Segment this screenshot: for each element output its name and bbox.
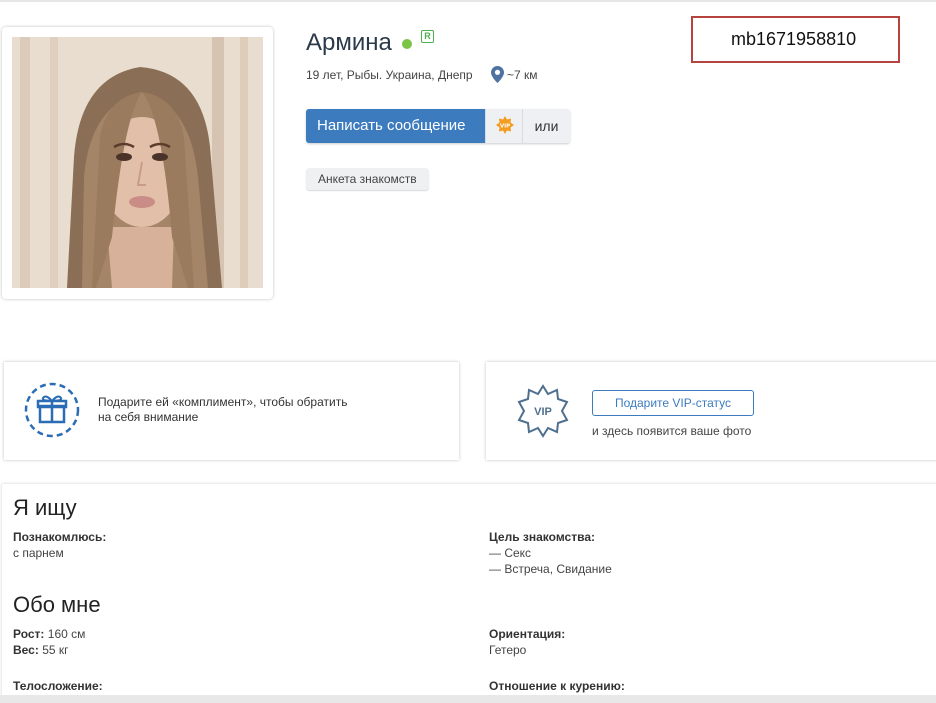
goal-value-2: — Встреча, Свидание xyxy=(489,562,612,576)
about-title: Обо мне xyxy=(13,592,101,617)
gift-text-line-1: Подарите ей «комплимент», чтобы обратить xyxy=(98,395,348,409)
gift-compliment-card[interactable]: Подарите ей «комплимент», чтобы обратить… xyxy=(4,362,459,460)
vip-caption: и здесь появится ваше фото xyxy=(592,424,752,438)
vip-badge-icon: VIP xyxy=(516,384,570,443)
body-type-label: Телосложение: xyxy=(13,679,103,693)
vip-burst-icon: VIP xyxy=(496,116,514,139)
profile-photo[interactable] xyxy=(12,37,263,288)
goal-value-1: — Секс xyxy=(489,546,532,560)
weight-row: Вес: 55 кг xyxy=(13,642,69,658)
seeking-title: Я ищу xyxy=(13,495,77,520)
meet-value: с парнем xyxy=(13,546,64,560)
top-divider xyxy=(0,0,936,2)
profile-details-panel: Я ищу Познакомлюсь: с парнем Цель знаком… xyxy=(2,484,936,703)
gift-vip-status-button[interactable]: Подарите VIP-статус xyxy=(592,390,754,416)
svg-text:VIP: VIP xyxy=(500,124,510,130)
vip-status-card: VIP Подарите VIP-статус и здесь появится… xyxy=(486,362,936,460)
height-value: 160 см xyxy=(47,627,86,641)
profile-photo-card[interactable] xyxy=(2,27,273,299)
smoking-label: Отношение к курению: xyxy=(489,679,625,693)
map-pin-icon[interactable] xyxy=(491,66,504,88)
write-message-button[interactable]: Написать сообщение xyxy=(306,109,485,143)
meet-label: Познакомлюсь: xyxy=(13,530,107,544)
gift-text-line-2: на себя внимание xyxy=(98,410,199,424)
gift-icon[interactable] xyxy=(24,382,80,443)
orientation-value: Гетеро xyxy=(489,643,527,657)
height-row: Рост: 160 см xyxy=(13,626,85,642)
profile-id-box: mb1671958810 xyxy=(691,16,900,63)
horizontal-scrollbar[interactable] xyxy=(0,695,936,703)
action-button-group: Написать сообщение VIP или xyxy=(306,109,570,143)
orientation-label: Ориентация: xyxy=(489,627,566,641)
weight-label: Вес: xyxy=(13,643,39,657)
or-button[interactable]: или xyxy=(522,109,570,143)
profile-location: 19 лет, Рыбы. Украина, Днепр xyxy=(306,68,473,82)
dating-profile-tag[interactable]: Анкета знакомств xyxy=(306,168,429,190)
online-status-indicator xyxy=(402,39,412,49)
profile-name: Армина xyxy=(306,29,392,56)
height-label: Рост: xyxy=(13,627,45,641)
goal-label: Цель знакомства: xyxy=(489,530,595,544)
distance-text: ~7 км xyxy=(507,68,538,82)
gift-promo-text: Подарите ей «комплимент», чтобы обратить… xyxy=(98,395,398,425)
vip-badge-text: VIP xyxy=(534,406,552,418)
vip-message-button[interactable]: VIP xyxy=(485,109,522,143)
weight-value: 55 кг xyxy=(42,643,69,657)
registered-badge: R xyxy=(421,30,434,43)
